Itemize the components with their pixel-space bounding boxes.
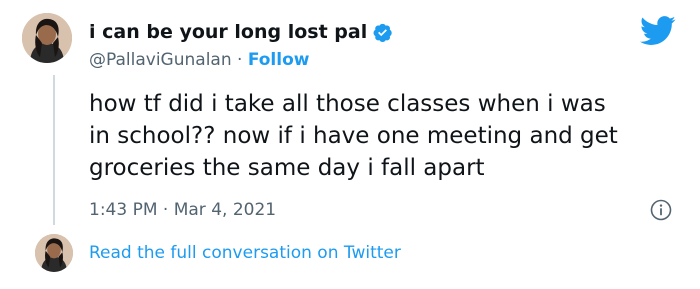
tweet-time[interactable]: 1:43 PM — [89, 200, 158, 220]
tweet-timestamp[interactable]: 1:43 PM · Mar 4, 2021 — [89, 199, 276, 221]
author-handle[interactable]: @PallaviGunalan — [89, 50, 232, 70]
tweet-date[interactable]: Mar 4, 2021 — [174, 200, 276, 220]
twitter-bird-icon[interactable] — [640, 16, 676, 46]
read-full-conversation-link[interactable]: Read the full conversation on Twitter — [89, 242, 401, 264]
verified-badge-icon — [372, 22, 393, 43]
follow-button[interactable]: Follow — [248, 50, 310, 70]
thread-connector-line — [53, 75, 55, 225]
author-name-row[interactable]: i can be your long lost pal — [89, 20, 393, 44]
tweet-text-line: how tf did i take all those classes when… — [89, 91, 606, 117]
timestamp-separator: · — [162, 200, 174, 220]
handle-separator: · — [237, 50, 248, 70]
conversation-avatar[interactable] — [35, 234, 73, 272]
tweet-text-line: in school?? now if i have one meeting an… — [89, 123, 618, 149]
info-icon[interactable] — [650, 199, 672, 221]
tweet-embed-card: i can be your long lost pal @PallaviGuna… — [0, 0, 700, 289]
author-handle-row: @PallaviGunalan · Follow — [89, 49, 309, 71]
author-display-name[interactable]: i can be your long lost pal — [89, 20, 367, 44]
tweet-text: how tf did i take all those classes when… — [89, 88, 689, 184]
tweet-text-line: groceries the same day i fall apart — [89, 155, 485, 181]
author-avatar[interactable] — [22, 13, 72, 63]
